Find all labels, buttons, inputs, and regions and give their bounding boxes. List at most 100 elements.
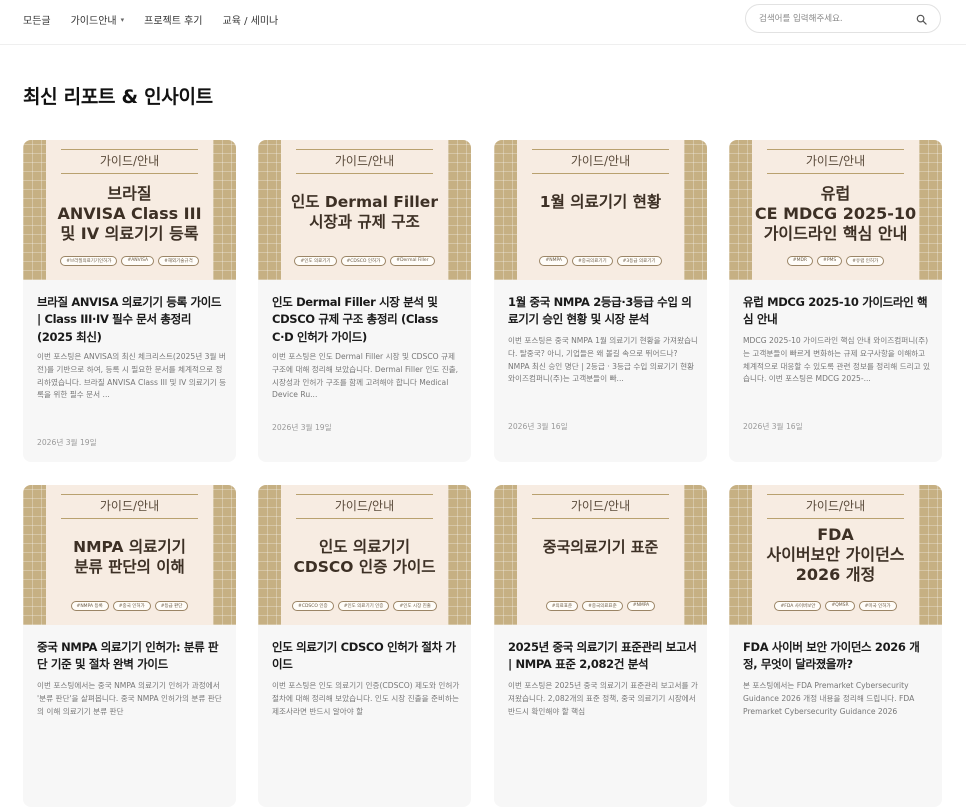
- thumbnail-title-line: 사이버보안 가이던스: [766, 545, 905, 565]
- hashtag: #미국 인허가: [858, 601, 897, 611]
- search-icon[interactable]: [916, 14, 927, 25]
- card-thumbnail: 가이드/안내 브라질 ANVISA Class III 및 IV 의료기기 등록…: [23, 140, 236, 280]
- top-navigation-bar: 모든글 가이드안내 ▾ 프로젝트 후기 교육 / 세미나: [0, 0, 966, 45]
- card-title[interactable]: 인도 Dermal Filler 시장 분석 및 CDSCO 규제 구조 총정리…: [272, 294, 462, 346]
- thumbnail-divider: [532, 518, 669, 519]
- thumbnail-title: 인도 Dermal Filler 시장과 규제 구조: [281, 193, 448, 232]
- thumbnail-grid-strip: [448, 485, 471, 625]
- card-title[interactable]: 브라질 ANVISA 의료기기 등록 가이드 | Class III·IV 필수…: [37, 294, 227, 346]
- nav-label: 모든글: [23, 16, 51, 27]
- post-card[interactable]: 가이드/안내 NMPA 의료기기 분류 판단의 이해 #NMPA 등록 #중국 …: [23, 485, 236, 807]
- thumbnail-divider: [532, 149, 669, 150]
- card-excerpt: 이번 포스팅은 인도 의료기기 인증(CDSCO) 제도와 인허가 절차에 대해…: [272, 681, 460, 716]
- thumbnail-title-line: 및 IV 의료기기 등록: [60, 224, 199, 244]
- hashtag: #QMSR: [825, 601, 855, 611]
- card-title[interactable]: 중국 NMPA 의료기기 인허가: 분류 판단 기준 및 절차 완벽 가이드: [37, 639, 227, 674]
- card-excerpt: 이번 포스팅은 ANVISA의 최신 체크리스트(2025년 3월 버전)를 기…: [37, 352, 227, 400]
- nav-item-project-reviews[interactable]: 프로젝트 후기: [144, 12, 202, 27]
- thumbnail-divider: [296, 518, 433, 519]
- hashtag: #인도 의료기기 인증: [337, 601, 390, 611]
- card-title[interactable]: 1월 중국 NMPA 2등급·3등급 수입 의료기기 승인 현황 및 시장 분석: [508, 294, 698, 329]
- card-excerpt: 이번 포스팅은 인도 Dermal Filler 시장 및 CDSCO 규제 구…: [272, 352, 459, 400]
- thumbnail-category: 가이드/안내: [805, 499, 866, 513]
- thumbnail-title-line: 중국의료기기 표준: [542, 538, 659, 556]
- thumbnail-grid-strip: [448, 140, 471, 280]
- thumbnail-title-line: 인도 의료기기: [319, 538, 410, 556]
- hashtag: #CDSCO 인허가: [340, 256, 387, 266]
- thumbnail-title-line: 분류 판단의 이해: [74, 557, 185, 576]
- card-thumbnail: 가이드/안내 중국의료기기 표준 #의료표준 #중국의료표준 #NMPA: [494, 485, 707, 625]
- thumbnail-divider: [296, 494, 433, 495]
- thumbnail-grid-strip: [729, 485, 752, 625]
- card-title[interactable]: FDA 사이버 보안 가이던스 2026 개정, 무엇이 달라졌을까?: [743, 639, 933, 674]
- search-box: [745, 4, 941, 33]
- post-card[interactable]: 가이드/안내 중국의료기기 표준 #의료표준 #중국의료표준 #NMPA 202…: [494, 485, 707, 807]
- thumbnail-category: 가이드/안내: [99, 154, 160, 168]
- thumbnail-divider: [767, 494, 904, 495]
- search-input[interactable]: [759, 11, 909, 27]
- post-card[interactable]: 가이드/안내 유럽 CE MDCG 2025-10 가이드라인 핵심 안내 #M…: [729, 140, 942, 462]
- thumbnail-title-line: CDSCO 인증 가이드: [293, 557, 436, 576]
- thumbnail-grid-strip: [258, 485, 281, 625]
- thumbnail-grid-strip: [23, 140, 46, 280]
- card-excerpt: 본 포스팅에서는 FDA Premarket Cybersecurity Gui…: [743, 681, 915, 716]
- card-date: 2026년 3월 16일: [743, 422, 803, 431]
- hashtag: #중국의료표준: [582, 601, 623, 611]
- thumbnail-title: 중국의료기기 표준: [517, 538, 684, 557]
- card-date: 2026년 3월 16일: [508, 422, 568, 431]
- card-title[interactable]: 2025년 중국 의료기기 표준관리 보고서 | NMPA 표준 2,082건 …: [508, 639, 698, 674]
- hashtag: #NMPA 등록: [70, 601, 109, 611]
- card-title[interactable]: 유럽 MDCG 2025-10 가이드라인 핵심 안내: [743, 294, 933, 329]
- card-thumbnail: 가이드/안내 인도 의료기기 CDSCO 인증 가이드 #CDSCO 인증 #인…: [258, 485, 471, 625]
- thumbnail-title-line: 유럽: [820, 184, 851, 203]
- post-card[interactable]: 가이드/안내 인도 의료기기 CDSCO 인증 가이드 #CDSCO 인증 #인…: [258, 485, 471, 807]
- hashtag: #해외기술규격: [158, 256, 199, 266]
- hashtag: #의료표준: [545, 601, 579, 611]
- post-card[interactable]: 가이드/안내 브라질 ANVISA Class III 및 IV 의료기기 등록…: [23, 140, 236, 462]
- thumbnail-divider: [767, 149, 904, 150]
- nav-label: 가이드안내: [70, 16, 117, 27]
- thumbnail-category: 가이드/안내: [570, 154, 631, 168]
- hashtag: #Dermal Filler: [390, 256, 435, 266]
- thumbnail-title: NMPA 의료기기 분류 판단의 이해: [46, 538, 213, 577]
- card-date: 2026년 3월 19일: [272, 423, 332, 432]
- card-thumbnail: 가이드/안내 NMPA 의료기기 분류 판단의 이해 #NMPA 등록 #중국 …: [23, 485, 236, 625]
- card-date: 2026년 3월 19일: [37, 438, 97, 447]
- nav-item-education-seminar[interactable]: 교육 / 세미나: [223, 12, 279, 27]
- thumbnail-grid-strip: [494, 485, 517, 625]
- hashtag: #FDA 사이버보안: [774, 601, 822, 611]
- thumbnail-grid-strip: [684, 140, 707, 280]
- thumbnail-title: 인도 의료기기 CDSCO 인증 가이드: [281, 538, 448, 577]
- thumbnail-category: 가이드/안내: [99, 499, 160, 513]
- nav-item-all-posts[interactable]: 모든글: [23, 12, 51, 27]
- hashtag: #유럽 인허가: [846, 256, 885, 266]
- thumbnail-title-line: NMPA 의료기기: [73, 538, 186, 556]
- nav-label: 교육 / 세미나: [222, 16, 279, 27]
- thumbnail-divider: [532, 494, 669, 495]
- nav-item-guide[interactable]: 가이드안내 ▾: [70, 12, 125, 28]
- thumbnail-grid-strip: [494, 140, 517, 280]
- card-thumbnail: 가이드/안내 FDA 사이버보안 가이던스 2026 개정 #FDA 사이버보안…: [729, 485, 942, 625]
- thumbnail-grid-strip: [919, 140, 942, 280]
- post-card[interactable]: 가이드/안내 FDA 사이버보안 가이던스 2026 개정 #FDA 사이버보안…: [729, 485, 942, 807]
- hashtag: #NMPA: [626, 601, 656, 611]
- hashtag: #3등급 의료기기: [616, 256, 662, 266]
- thumbnail-title-line: CE MDCG 2025-10: [754, 204, 917, 224]
- thumbnail-title: FDA 사이버보안 가이던스 2026 개정: [752, 525, 919, 585]
- post-card[interactable]: 가이드/안내 1월 의료기기 현황 #NMPA #중국의료기기 #3등급 의료기…: [494, 140, 707, 462]
- thumbnail-title-line: 1월 의료기기 현황: [539, 193, 662, 211]
- hashtag: #인도 의료기기: [294, 256, 337, 266]
- thumbnail-title: 유럽 CE MDCG 2025-10 가이드라인 핵심 안내: [752, 184, 919, 244]
- thumbnail-grid-strip: [213, 485, 236, 625]
- hashtag: #ANVISA: [121, 256, 155, 266]
- thumbnail-category: 가이드/안내: [334, 154, 395, 168]
- section-title: 최신 리포트 & 인사이트: [23, 86, 213, 108]
- thumbnail-title: 1월 의료기기 현황: [517, 193, 684, 213]
- thumbnail-grid-strip: [729, 140, 752, 280]
- thumbnail-title-line: FDA: [817, 525, 854, 544]
- thumbnail-tags: #브라질의료기기인허가 #ANVISA #해외기술규격: [51, 256, 208, 266]
- thumbnail-title-line: 2026 개정: [795, 565, 876, 585]
- card-title[interactable]: 인도 의료기기 CDSCO 인허가 절차 가이드: [272, 639, 462, 674]
- post-card[interactable]: 가이드/안내 인도 Dermal Filler 시장과 규제 구조 #인도 의료…: [258, 140, 471, 462]
- thumbnail-divider: [767, 173, 904, 174]
